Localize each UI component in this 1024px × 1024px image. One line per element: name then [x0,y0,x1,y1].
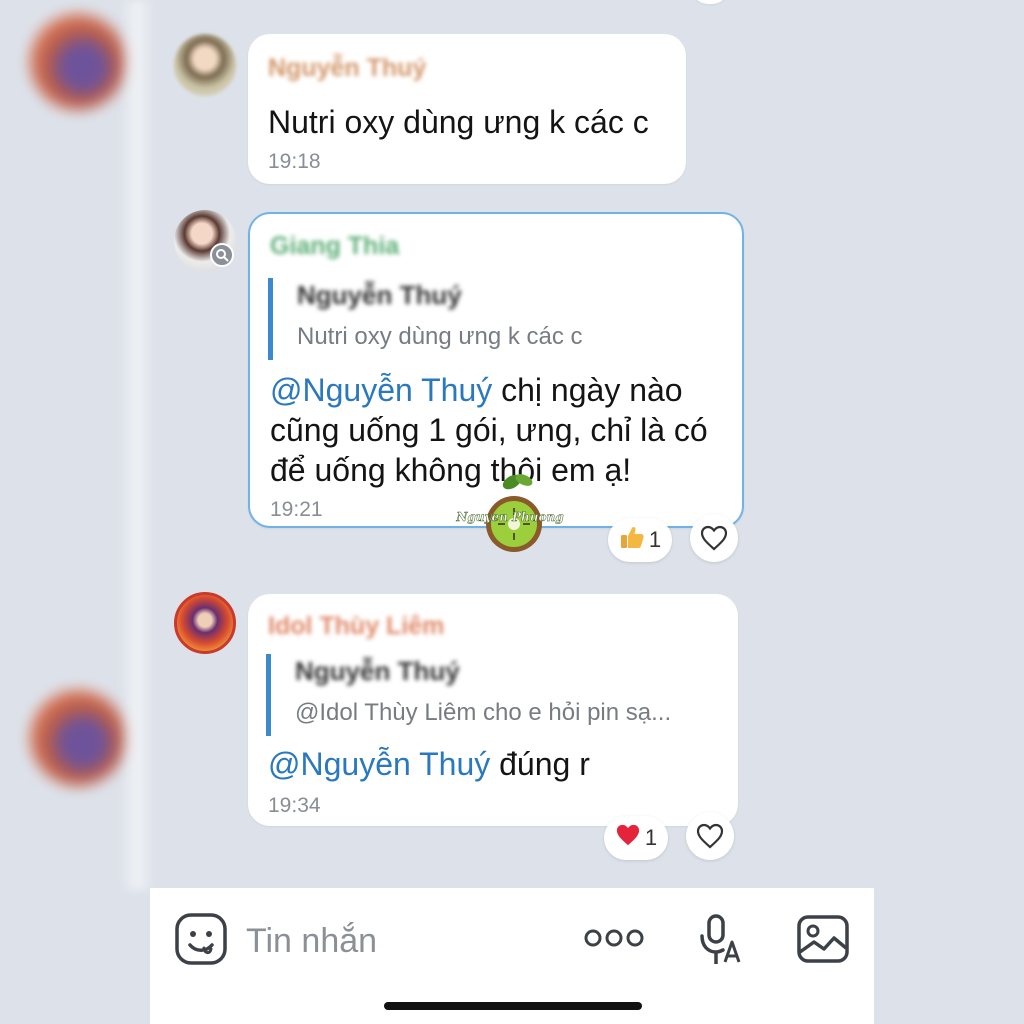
voice-text-icon[interactable] [698,912,744,973]
reaction-count: 1 [644,825,658,850]
message-bubble[interactable]: Nguyễn Thuý Nutri oxy dùng ưng k các c 1… [248,34,686,184]
message-text-body: đúng r [490,746,590,782]
reaction-summary[interactable]: 1 [604,816,668,860]
reply-quote[interactable]: Nguyễn Thuý @Idol Thùy Liêm cho e hỏi pi… [266,654,726,736]
reply-quote[interactable]: Nguyễn Thuý Nutri oxy dùng ưng k các c [268,278,728,360]
watermark-logo: Nguyen Phuong [452,468,568,556]
avatar-idol-thuy-liem[interactable] [174,592,236,654]
partial-reaction-bubble [694,0,726,6]
quoted-sender: Nguyễn Thuý [295,656,460,686]
more-icon[interactable] [584,926,644,955]
sender-name: Nguyễn Thuý [268,54,427,82]
message-input[interactable]: Tin nhắn [246,922,377,961]
quoted-text: @Idol Thùy Liêm cho e hỏi pin sạ... [295,699,672,726]
sender-name: Idol Thùy Liêm [268,612,445,640]
message-time: 19:18 [268,150,321,173]
message-time: 19:34 [268,794,321,817]
reaction-count: 1 [648,527,662,552]
quoted-sender: Nguyễn Thuý [297,280,462,310]
message-text: @Nguyễn Thuý đúng r [268,744,590,784]
home-indicator[interactable] [384,1002,642,1010]
message-bubble[interactable]: Idol Thùy Liêm Nguyễn Thuý @Idol Thùy Li… [248,594,738,826]
message-input-bar: Tin nhắn [150,888,874,1024]
search-badge-icon [210,243,234,267]
quoted-text: Nutri oxy dùng ưng k các c [297,323,583,350]
message-text-line-2: cũng uống 1 gói, ưng, chỉ là có [270,412,708,448]
heart-outline-icon[interactable] [686,812,734,860]
blurred-avatar [30,690,126,786]
avatar-nguyen-thuy[interactable] [174,34,236,96]
reaction-summary[interactable]: 1 [608,518,672,562]
heart-outline-icon[interactable] [690,514,738,562]
image-icon[interactable] [796,914,850,969]
sticker-icon[interactable] [174,912,228,971]
message-text: Nutri oxy dùng ưng k các c [268,104,649,140]
watermark-text: Nguyen Phuong [456,510,564,525]
blur-edge [120,0,154,890]
mention-link[interactable]: @Nguyễn Thuý [268,746,490,782]
blurred-avatar [30,14,126,110]
message-time: 19:21 [270,498,323,521]
thumbs-up-icon [619,524,645,556]
mention-link[interactable]: @Nguyễn Thuý [270,372,492,408]
message-text-line-1: chị ngày nào [492,372,683,408]
red-heart-icon [615,823,641,853]
message-text-line-3: để uống không thôi em ạ! [270,452,632,488]
sender-name: Giang Thia [270,232,400,260]
